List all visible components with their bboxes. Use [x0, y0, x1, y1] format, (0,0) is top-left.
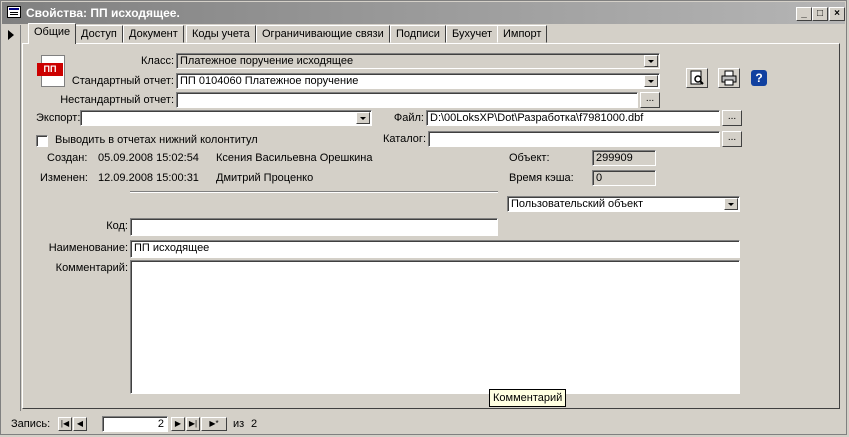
- file-field[interactable]: D:\00LoksXP\Dot\Разработка\f7981000.dbf: [426, 110, 720, 126]
- first-record-button[interactable]: |◀: [58, 417, 72, 431]
- modified-user: Дмитрий Проценко: [216, 172, 314, 184]
- printer-icon: [721, 70, 737, 86]
- minimize-button[interactable]: _: [796, 7, 812, 21]
- new-record-button[interactable]: ▶*: [201, 417, 227, 431]
- tab-account-codes[interactable]: Коды учета: [186, 25, 256, 43]
- export-dropdown-button[interactable]: [356, 112, 370, 124]
- class-label: Класс:: [141, 55, 174, 67]
- created-date: 05.09.2008 15:02:54: [98, 152, 199, 164]
- print-button[interactable]: [718, 68, 740, 88]
- class-value: Платежное поручение исходящее: [180, 55, 354, 67]
- modified-date: 12.09.2008 15:00:31: [98, 172, 199, 184]
- standard-report-value: ПП 0104060 Платежное поручение: [180, 75, 359, 87]
- title-bar[interactable]: Свойства: ПП исходящее. _ □ ×: [2, 2, 845, 24]
- record-total: 2: [251, 418, 258, 430]
- code-label: Код:: [106, 220, 128, 232]
- comment-tooltip: Комментарий: [489, 389, 567, 407]
- footer-checkbox-label: Выводить в отчетах нижний колонтитул: [55, 134, 258, 146]
- code-field[interactable]: [130, 218, 498, 236]
- standard-report-dropdown-button[interactable]: [644, 75, 658, 87]
- comment-field[interactable]: [130, 260, 740, 394]
- record-label: Запись:: [11, 418, 51, 430]
- help-icon[interactable]: ?: [751, 70, 767, 86]
- preview-button[interactable]: [686, 68, 708, 88]
- file-browse-button[interactable]: ...: [722, 110, 742, 126]
- nonstandard-report-browse-button[interactable]: ...: [640, 92, 660, 108]
- object-type-dropdown-button[interactable]: [724, 198, 738, 210]
- nonstandard-report-field[interactable]: [176, 92, 638, 108]
- previous-record-button[interactable]: ◀: [73, 417, 87, 431]
- last-record-button[interactable]: ▶|: [186, 417, 200, 431]
- close-button[interactable]: ×: [829, 7, 845, 21]
- tab-restricting-links[interactable]: Ограничивающие связи: [256, 25, 390, 43]
- cache-field: 0: [592, 170, 656, 186]
- tab-signatures[interactable]: Подписи: [390, 25, 446, 43]
- maximize-button[interactable]: □: [812, 7, 828, 21]
- catalog-browse-button[interactable]: ...: [722, 131, 742, 147]
- standard-report-label: Стандартный отчет:: [71, 75, 174, 87]
- standard-report-combo[interactable]: ПП 0104060 Платежное поручение: [176, 73, 660, 89]
- current-record-arrow-icon: [8, 30, 14, 40]
- tab-document[interactable]: Документ: [123, 25, 184, 43]
- name-field[interactable]: ПП исходящее: [130, 240, 740, 258]
- catalog-label: Каталог:: [382, 133, 426, 145]
- tab-import[interactable]: Импорт: [497, 25, 548, 43]
- comment-label: Комментарий:: [55, 262, 128, 274]
- class-combo[interactable]: Платежное поручение исходящее: [176, 53, 660, 69]
- export-label: Экспорт:: [36, 112, 81, 124]
- print-preview-icon: [690, 70, 704, 85]
- tab-access[interactable]: Доступ: [75, 25, 123, 43]
- next-record-button[interactable]: ▶: [171, 417, 185, 431]
- separator-line: [130, 191, 498, 193]
- object-label: Объект:: [509, 152, 550, 164]
- footer-checkbox[interactable]: [36, 135, 48, 147]
- record-selector[interactable]: [3, 25, 21, 411]
- export-combo[interactable]: [80, 110, 372, 126]
- record-of-label: из: [233, 418, 245, 430]
- created-label: Создан:: [47, 152, 88, 164]
- object-type-combo[interactable]: Пользовательский объект: [507, 196, 740, 212]
- class-dropdown-button[interactable]: [644, 55, 658, 67]
- name-label: Наименование:: [48, 242, 128, 254]
- tab-accounting[interactable]: Бухучет: [446, 25, 498, 43]
- modified-label: Изменен:: [40, 172, 88, 184]
- object-field: 299909: [592, 150, 656, 166]
- window-title: Свойства: ПП исходящее.: [26, 6, 180, 20]
- cache-label: Время кэша:: [509, 172, 574, 184]
- file-label: Файл:: [393, 112, 424, 124]
- tab-general[interactable]: Общие: [28, 23, 77, 44]
- nonstandard-report-label: Нестандартный отчет:: [60, 94, 174, 106]
- form-window-icon: [7, 6, 21, 18]
- created-user: Ксения Васильевна Орешкина: [216, 152, 373, 164]
- object-type-value: Пользовательский объект: [511, 198, 644, 210]
- current-record-field[interactable]: 2: [102, 416, 168, 432]
- catalog-field[interactable]: [428, 131, 720, 147]
